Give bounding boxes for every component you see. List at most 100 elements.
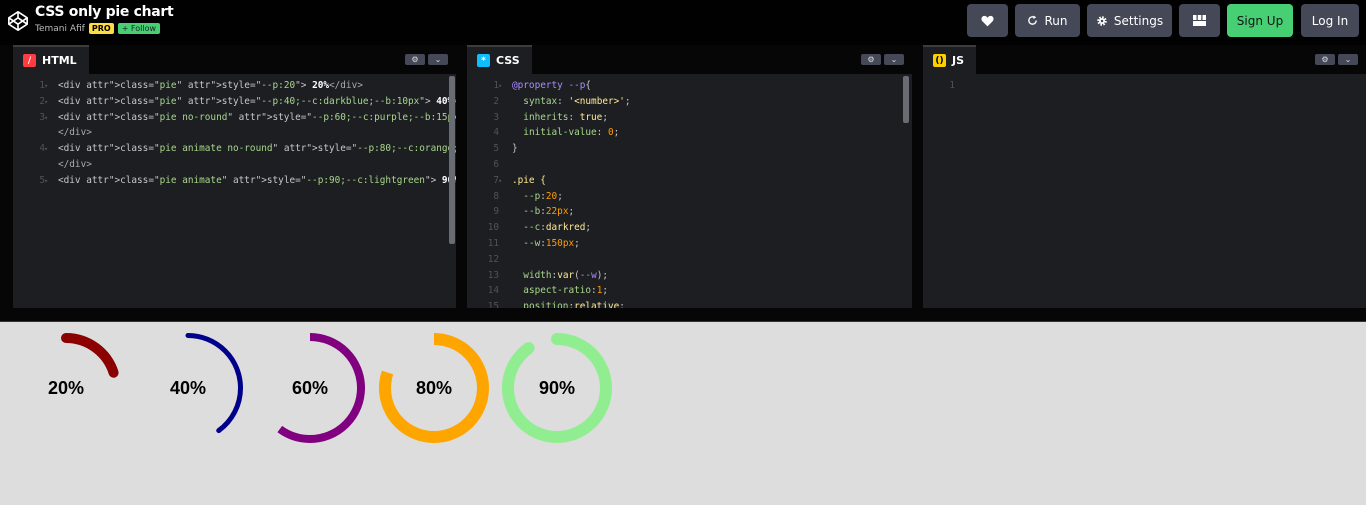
tab-css-label: CSS (496, 54, 520, 67)
codepen-logo-icon[interactable] (7, 10, 29, 32)
fold-chevron-icon[interactable]: ▾ (44, 142, 48, 158)
heart-button[interactable] (967, 4, 1008, 37)
code-line: </div> (58, 159, 92, 170)
change-view-button[interactable] (1179, 4, 1220, 37)
panel-resizer[interactable] (912, 45, 923, 308)
left-gutter (0, 45, 13, 308)
pen-title[interactable]: CSS only pie chart (35, 4, 174, 20)
code-line: initial-value: 0; (523, 127, 620, 139)
code-line: --c:darkred; (523, 222, 592, 234)
line-number: 14 (487, 285, 499, 297)
result-preview: 20% 40% 60% 80% 90% (0, 322, 1366, 505)
line-number: 4 (493, 127, 499, 139)
html-panel-controls: ⚙ ⌄ (405, 54, 448, 65)
code-line: inherits: true; (523, 111, 608, 123)
code-line: <div attr">class="pie no-round" attr">st… (58, 111, 456, 123)
tab-js[interactable]: () JS (923, 45, 977, 74)
sign-up-button[interactable]: Sign Up (1227, 4, 1293, 37)
code-line: } (512, 143, 518, 155)
html-editor-panel: / HTML ⚙ ⌄ 1 ▾ <div attr">class="pie" attr… (13, 45, 456, 308)
html-collapse-chevron-icon[interactable]: ⌄ (428, 54, 448, 65)
pie-chart-40: 40% (132, 332, 244, 444)
line-number: 3 (493, 111, 499, 123)
sign-up-label: Sign Up (1236, 13, 1284, 28)
panel-resizer[interactable] (456, 45, 467, 308)
fold-chevron-icon[interactable]: ▾ (44, 95, 48, 111)
js-code-editor[interactable]: 1 (923, 76, 1366, 308)
fold-chevron-icon[interactable]: ▾ (44, 79, 48, 95)
code-line: aspect-ratio:1; (523, 285, 608, 297)
pie-label: 60% (291, 377, 329, 398)
fold-chevron-icon[interactable]: ▾ (498, 79, 502, 95)
run-label: Run (1044, 13, 1068, 28)
log-in-button[interactable]: Log In (1301, 4, 1359, 37)
html-code-editor[interactable]: 1 ▾ <div attr">class="pie" attr">style="--… (13, 76, 456, 308)
html-settings-gear-icon[interactable]: ⚙ (405, 54, 425, 65)
code-line: <div attr">class="pie" attr">style="--p:… (58, 80, 363, 91)
js-panel-controls: ⚙ ⌄ (1315, 54, 1358, 65)
editors-area: / HTML ⚙ ⌄ 1 ▾ <div attr">class="pie" attr… (0, 45, 1366, 308)
code-line: <div attr">class="pie animate" attr">sty… (58, 174, 456, 186)
settings-button[interactable]: Settings (1087, 4, 1172, 37)
js-collapse-chevron-icon[interactable]: ⌄ (1338, 54, 1358, 65)
css-collapse-chevron-icon[interactable]: ⌄ (884, 54, 904, 65)
code-line: <div attr">class="pie animate no-round" … (58, 143, 456, 155)
pie-chart-80: 80% (378, 332, 490, 444)
line-number: 13 (487, 269, 499, 281)
line-number: 15 (487, 301, 499, 308)
fold-chevron-icon[interactable]: ▾ (44, 111, 48, 127)
pie-label: 90% (538, 377, 576, 398)
top-bar: CSS only pie chart Temani Afif PRO + Fol… (0, 0, 1366, 45)
html-panel-header: / HTML ⚙ ⌄ (13, 45, 456, 74)
run-button[interactable]: Run (1015, 4, 1080, 37)
line-number: 12 (487, 253, 499, 265)
css-settings-gear-icon[interactable]: ⚙ (861, 54, 881, 65)
line-number: 1 (949, 80, 955, 91)
css-panel-header: * CSS ⚙ ⌄ (467, 45, 912, 74)
line-number: 11 (487, 238, 499, 249)
html-icon: / (23, 54, 36, 67)
pie-chart-90: 90% (501, 332, 613, 444)
html-scrollbar[interactable] (449, 76, 455, 244)
settings-label: Settings (1113, 13, 1164, 28)
tab-html-label: HTML (42, 54, 77, 67)
code-line: position:relative; (523, 301, 625, 308)
js-editor-panel: () JS ⚙ ⌄ 1 (923, 45, 1366, 308)
author-name[interactable]: Temani Afif (35, 24, 85, 34)
tab-html[interactable]: / HTML (13, 45, 89, 74)
code-line: <div attr">class="pie" attr">style="--p:… (58, 95, 456, 107)
code-line: </div> (58, 127, 92, 139)
code-line: width:var(--w); (523, 269, 609, 281)
css-panel-controls: ⚙ ⌄ (861, 54, 904, 65)
pie-chart-20: 20% (10, 332, 122, 444)
js-settings-gear-icon[interactable]: ⚙ (1315, 54, 1335, 65)
fold-chevron-icon[interactable]: ▾ (498, 174, 502, 190)
line-number: 10 (487, 222, 499, 234)
css-code-editor[interactable]: 1 ▾ @property --p{2 syntax: '<number>'; 3 i… (467, 76, 912, 308)
gear-icon (1097, 15, 1107, 26)
pro-badge: PRO (88, 23, 114, 34)
pie-label: 40% (169, 377, 207, 398)
css-icon: * (477, 54, 490, 67)
pie-chart-60: 60% (254, 332, 366, 444)
js-icon: () (933, 54, 946, 67)
follow-button[interactable]: + Follow (117, 23, 161, 34)
pie-label: 80% (415, 377, 453, 398)
line-number: 8 (493, 190, 499, 202)
line-number: 9 (493, 206, 499, 218)
tab-js-label: JS (952, 54, 965, 67)
js-panel-header: () JS ⚙ ⌄ (923, 45, 1366, 74)
editor-result-resizer[interactable] (0, 308, 1366, 322)
code-line: --p:20; (523, 190, 563, 202)
author-row: Temani Afif PRO + Follow (35, 23, 161, 34)
fold-chevron-icon[interactable]: ▾ (44, 174, 48, 190)
tab-css[interactable]: * CSS (467, 45, 532, 74)
heart-icon (981, 15, 994, 26)
css-scrollbar[interactable] (903, 76, 909, 123)
code-line: syntax: '<number>'; (523, 95, 631, 107)
code-line: --w:150px; (523, 238, 580, 249)
code-line: --b:22px; (523, 206, 575, 218)
line-number: 2 (493, 95, 499, 107)
pie-label: 20% (47, 377, 85, 398)
css-editor-panel: * CSS ⚙ ⌄ 1 ▾ @property --p{2 syntax: '<nu… (467, 45, 912, 308)
